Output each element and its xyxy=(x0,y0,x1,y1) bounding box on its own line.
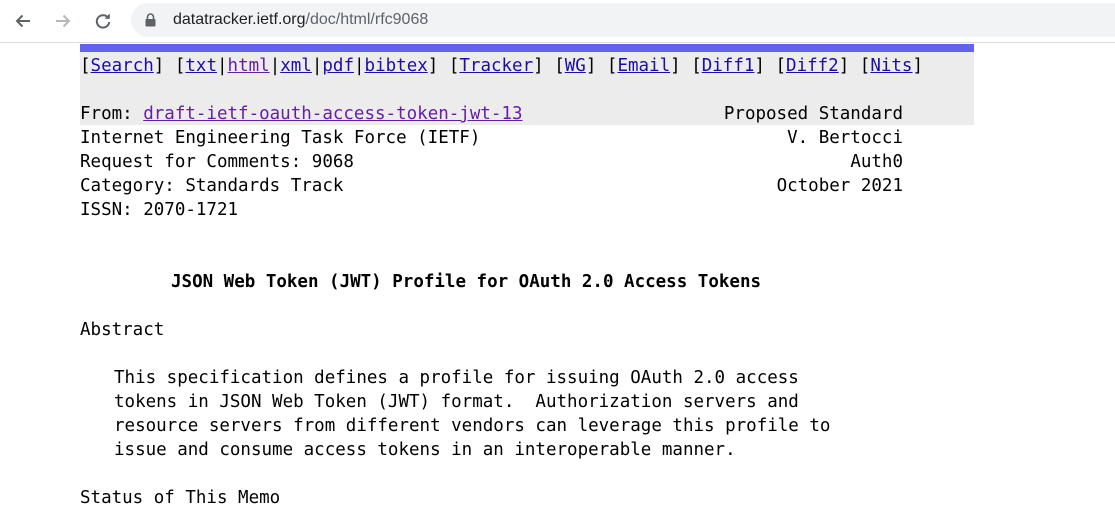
url-path: /doc/html/rfc9068 xyxy=(305,11,429,28)
header-accent-bar xyxy=(80,44,974,52)
org-text: Internet Engineering Task Force (IETF) xyxy=(80,128,481,148)
status-memo-heading: Status of This Memo xyxy=(80,488,281,508)
draft-link[interactable]: draft-ietf-oauth-access-token-jwt-13 xyxy=(143,104,522,124)
link-html[interactable]: html xyxy=(228,56,270,76)
affiliation-text: Auth0 xyxy=(850,152,903,172)
link-bibtex[interactable]: bibtex xyxy=(365,56,428,76)
back-button[interactable] xyxy=(8,6,38,36)
date-text: October 2021 xyxy=(776,176,903,196)
link-wg[interactable]: WG xyxy=(565,56,586,76)
category-text: Category: Standards Track xyxy=(80,176,344,196)
url-text[interactable]: datatracker.ietf.org/doc/html/rfc9068 xyxy=(173,10,428,30)
abstract-line: issue and consume access tokens in an in… xyxy=(114,440,736,460)
from-line: From: draft-ietf-oauth-access-token-jwt-… xyxy=(80,102,523,126)
document-title: JSON Web Token (JWT) Profile for OAuth 2… xyxy=(171,272,762,292)
abstract-line: resource servers from different vendors … xyxy=(114,416,831,436)
arrow-left-icon xyxy=(15,14,30,28)
rfc-number-text: Request for Comments: 9068 xyxy=(80,152,354,172)
status-text: Proposed Standard xyxy=(723,104,903,124)
link-search[interactable]: Search xyxy=(91,56,154,76)
link-nits[interactable]: Nits xyxy=(870,56,912,76)
url-host: datatracker.ietf.org xyxy=(173,11,306,28)
abstract-heading: Abstract xyxy=(80,320,165,340)
issn-text: ISSN: 2070-1721 xyxy=(80,200,239,220)
abstract-line: tokens in JSON Web Token (JWT) format. A… xyxy=(114,392,799,412)
browser-toolbar: datatracker.ietf.org/doc/html/rfc9068 xyxy=(0,0,1115,43)
abstract-line: This specification defines a profile for… xyxy=(114,368,799,388)
doc-nav-links: [Search] [txt|html|xml|pdf|bibtex] [Trac… xyxy=(80,56,924,76)
link-diff1[interactable]: Diff1 xyxy=(702,56,755,76)
link-pdf[interactable]: pdf xyxy=(322,56,354,76)
arrow-right-icon xyxy=(56,14,71,28)
link-xml[interactable]: xml xyxy=(280,56,312,76)
forward-button[interactable] xyxy=(48,6,78,36)
link-diff2[interactable]: Diff2 xyxy=(786,56,839,76)
from-label: From: xyxy=(80,104,144,124)
link-txt[interactable]: txt xyxy=(185,56,217,76)
reload-icon xyxy=(95,13,111,29)
lock-icon xyxy=(145,13,156,27)
link-email[interactable]: Email xyxy=(617,56,670,76)
address-bar[interactable]: datatracker.ietf.org/doc/html/rfc9068 xyxy=(131,3,1115,37)
reload-button[interactable] xyxy=(88,6,118,36)
author-text: V. Bertocci xyxy=(787,128,903,148)
link-tracker[interactable]: Tracker xyxy=(459,56,533,76)
